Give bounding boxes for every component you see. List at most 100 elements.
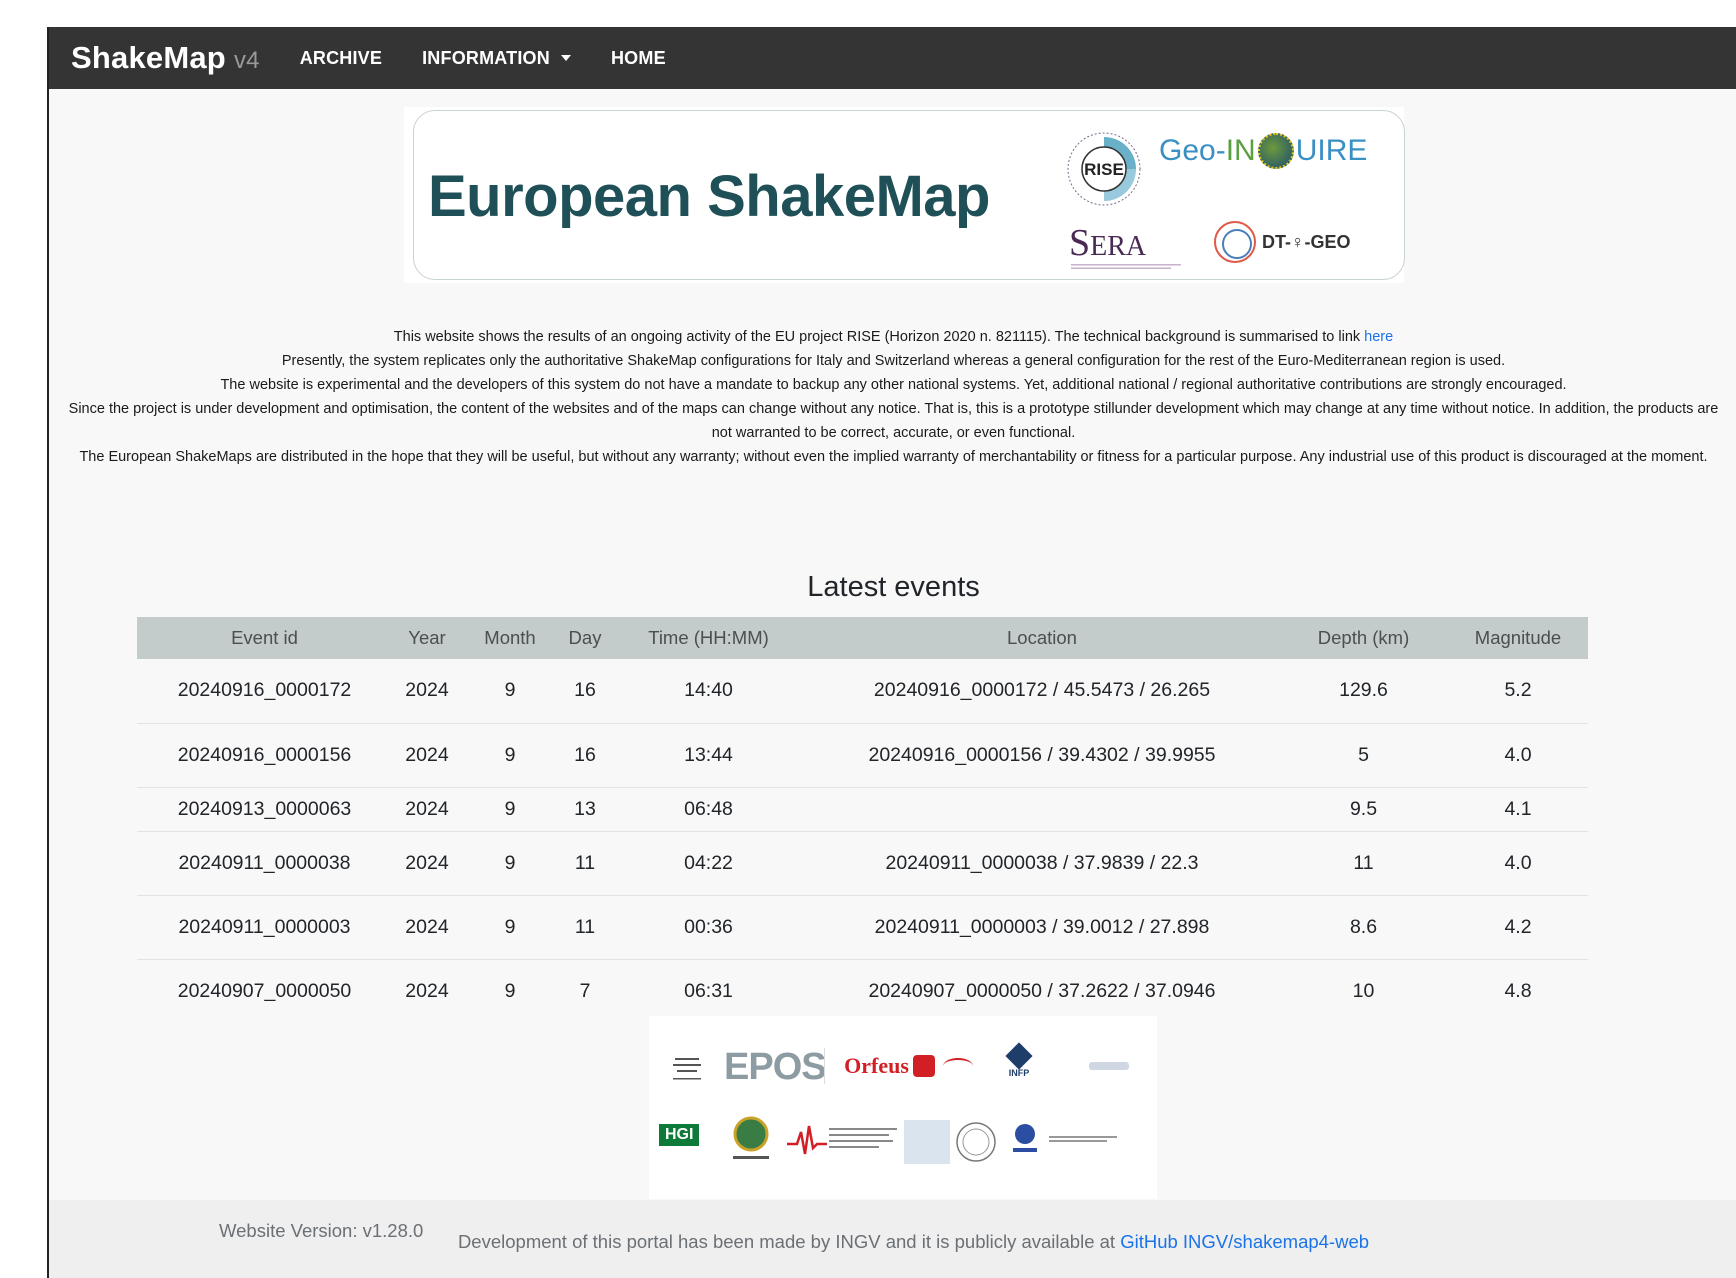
day-cell: 7 (579, 979, 591, 1002)
year-cell: 2024 (392, 723, 462, 788)
col-time[interactable]: Time (HH:MM) (612, 617, 805, 659)
disclaimer-line-2: Presently, the system replicates only th… (281, 353, 1506, 369)
event-id-cell[interactable]: 20240916_0000172 (137, 659, 392, 724)
table-row[interactable]: 20240911_0000038 2024 9 11 04:22 2024091… (137, 831, 1588, 896)
depth-cell: 11 (1279, 831, 1448, 896)
banner-title: European ShakeMap (428, 164, 990, 229)
globe-partner-icon (733, 1116, 769, 1159)
location-cell (805, 787, 1279, 832)
epos-logo: EPOS (724, 1046, 827, 1088)
university-logo (904, 1120, 950, 1164)
sera-logo-subtitle (1071, 264, 1181, 269)
rise-logo: RISE (1067, 132, 1141, 206)
sera-logo: SERA (1069, 221, 1146, 265)
table-row[interactable]: 20240913_0000063 2024 9 13 06:48 9.5 4.1 (137, 787, 1588, 832)
nav-home-label[interactable]: HOME (611, 48, 666, 69)
event-id-cell[interactable]: 20240911_0000003 (137, 895, 392, 960)
footer-dev-text: Development of this portal has been made… (457, 1231, 1121, 1252)
time-cell: 13:44 (612, 723, 805, 788)
event-id-cell[interactable]: 20240916_0000156 (137, 723, 392, 788)
magnitude-cell: 4.1 (1448, 787, 1588, 832)
year-cell: 2024 (392, 831, 462, 896)
day-cell: 11 (558, 831, 612, 896)
col-day[interactable]: Day (558, 617, 612, 659)
table-row[interactable]: 20240916_0000172 2024 9 16 14:40 2024091… (137, 659, 1588, 724)
location-cell: 20240907_0000050 / 37.2622 / 37.0946 (868, 979, 1216, 1002)
year-cell: 2024 (405, 979, 449, 1002)
disclaimer-line-1-text: This website shows the results of an ong… (393, 329, 1365, 345)
caret-down-icon[interactable] (560, 55, 571, 61)
year-cell: 2024 (392, 659, 462, 724)
location-cell: 20240916_0000156 / 39.4302 / 39.9955 (805, 723, 1279, 788)
disclaimer-line-4: Since the project is under development a… (68, 401, 1719, 441)
magnitude-cell: 4.0 (1448, 831, 1588, 896)
nav-home[interactable]: HOME (611, 48, 666, 69)
infp-logo: INFP (1005, 1042, 1033, 1078)
partner-logos: EPOS Orfeus INFP HGI (649, 1016, 1157, 1199)
depth-cell: 9.5 (1279, 787, 1448, 832)
red-wave-icon (942, 1058, 973, 1074)
month-cell: 9 (504, 979, 516, 1002)
table-row[interactable]: 20240916_0000156 2024 9 16 13:44 2024091… (137, 723, 1588, 788)
seismogram-icon (787, 1125, 827, 1155)
col-year[interactable]: Year (392, 617, 462, 659)
navbar: ShakeMap v4 ARCHIVE INFORMATION HOME (49, 27, 1736, 89)
col-depth[interactable]: Depth (km) (1279, 617, 1448, 659)
geo-in: IN (1225, 134, 1256, 167)
brand-logo[interactable]: ShakeMap v4 (71, 40, 260, 76)
day-cell: 13 (558, 787, 612, 832)
nav-information-dropdown[interactable]: INFORMATION (422, 48, 571, 69)
partner-logo-small-icon (1089, 1062, 1129, 1070)
col-month[interactable]: Month (462, 617, 558, 659)
month-cell: 9 (462, 723, 558, 788)
event-id-cell[interactable]: 20240911_0000038 (137, 831, 392, 896)
magnitude-cell: 4.2 (1448, 895, 1588, 960)
time-cell: 06:31 (684, 979, 733, 1002)
disclaimer: This website shows the results of an ong… (49, 325, 1736, 469)
day-cell: 11 (558, 895, 612, 960)
orfeus-logo: Orfeus (824, 1048, 992, 1084)
geo-inquire-logo: Geo- IN UIRE (1159, 133, 1367, 169)
seal-logo-icon (956, 1122, 996, 1162)
table-row[interactable]: 20240911_0000003 2024 9 11 00:36 2024091… (137, 895, 1588, 960)
text-logo-icon (1049, 1136, 1117, 1142)
brand-name[interactable]: ShakeMap (71, 40, 226, 76)
footer: Website Version: v1.28.0 Development of … (49, 1200, 1736, 1278)
time-cell: 04:22 (612, 831, 805, 896)
magnitude-cell: 5.2 (1448, 659, 1588, 724)
event-id-cell[interactable]: 20240913_0000063 (137, 787, 392, 832)
orfeus-logo-text: Orfeus (844, 1053, 909, 1078)
table-row[interactable]: 20240907_0000050 2024 9 7 06:31 20240907… (137, 959, 1588, 1023)
time-cell: 00:36 (612, 895, 805, 960)
depth-cell: 129.6 (1279, 659, 1448, 724)
hgi-logo: HGI (659, 1124, 700, 1146)
nav-information-label[interactable]: INFORMATION (422, 48, 550, 69)
dt-geo-text: DT-♀-GEO (1262, 231, 1351, 252)
time-cell: 14:40 (612, 659, 805, 724)
nav-archive[interactable]: ARCHIVE (300, 48, 382, 69)
depth-cell: 5 (1279, 723, 1448, 788)
disclaimer-line-3: The website is experimental and the deve… (220, 377, 1567, 393)
technical-background-link[interactable]: here (1364, 329, 1393, 345)
globe-icon (1257, 133, 1294, 169)
col-event-id[interactable]: Event id (137, 617, 392, 659)
col-magnitude[interactable]: Magnitude (1448, 617, 1588, 659)
disclaimer-line-5: The European ShakeMaps are distributed i… (79, 449, 1708, 465)
emsc-icon (912, 1055, 935, 1077)
sera-rest: ERA (1090, 231, 1147, 262)
events-table-header: Event id Year Month Day Time (HH:MM) Loc… (137, 617, 1588, 659)
month-cell: 9 (462, 831, 558, 896)
brand-version: v4 (233, 47, 260, 74)
github-link[interactable]: GitHub INGV/shakemap4-web (1120, 1231, 1369, 1252)
event-id-cell[interactable]: 20240907_0000050 (137, 959, 392, 1023)
latest-events-title: Latest events (807, 571, 980, 603)
hgi-logo-text: HGI (659, 1124, 700, 1146)
magnitude-cell: 4.0 (1448, 723, 1588, 788)
col-location[interactable]: Location (805, 617, 1279, 659)
header-banner: European ShakeMap RISE Geo- IN UIRE SERA (404, 107, 1405, 283)
geo-suffix: UIRE (1295, 134, 1368, 167)
blue-institute-logo-icon (1013, 1124, 1037, 1152)
time-cell: 06:48 (612, 787, 805, 832)
nav-archive-label[interactable]: ARCHIVE (300, 48, 382, 69)
year-cell: 2024 (392, 787, 462, 832)
